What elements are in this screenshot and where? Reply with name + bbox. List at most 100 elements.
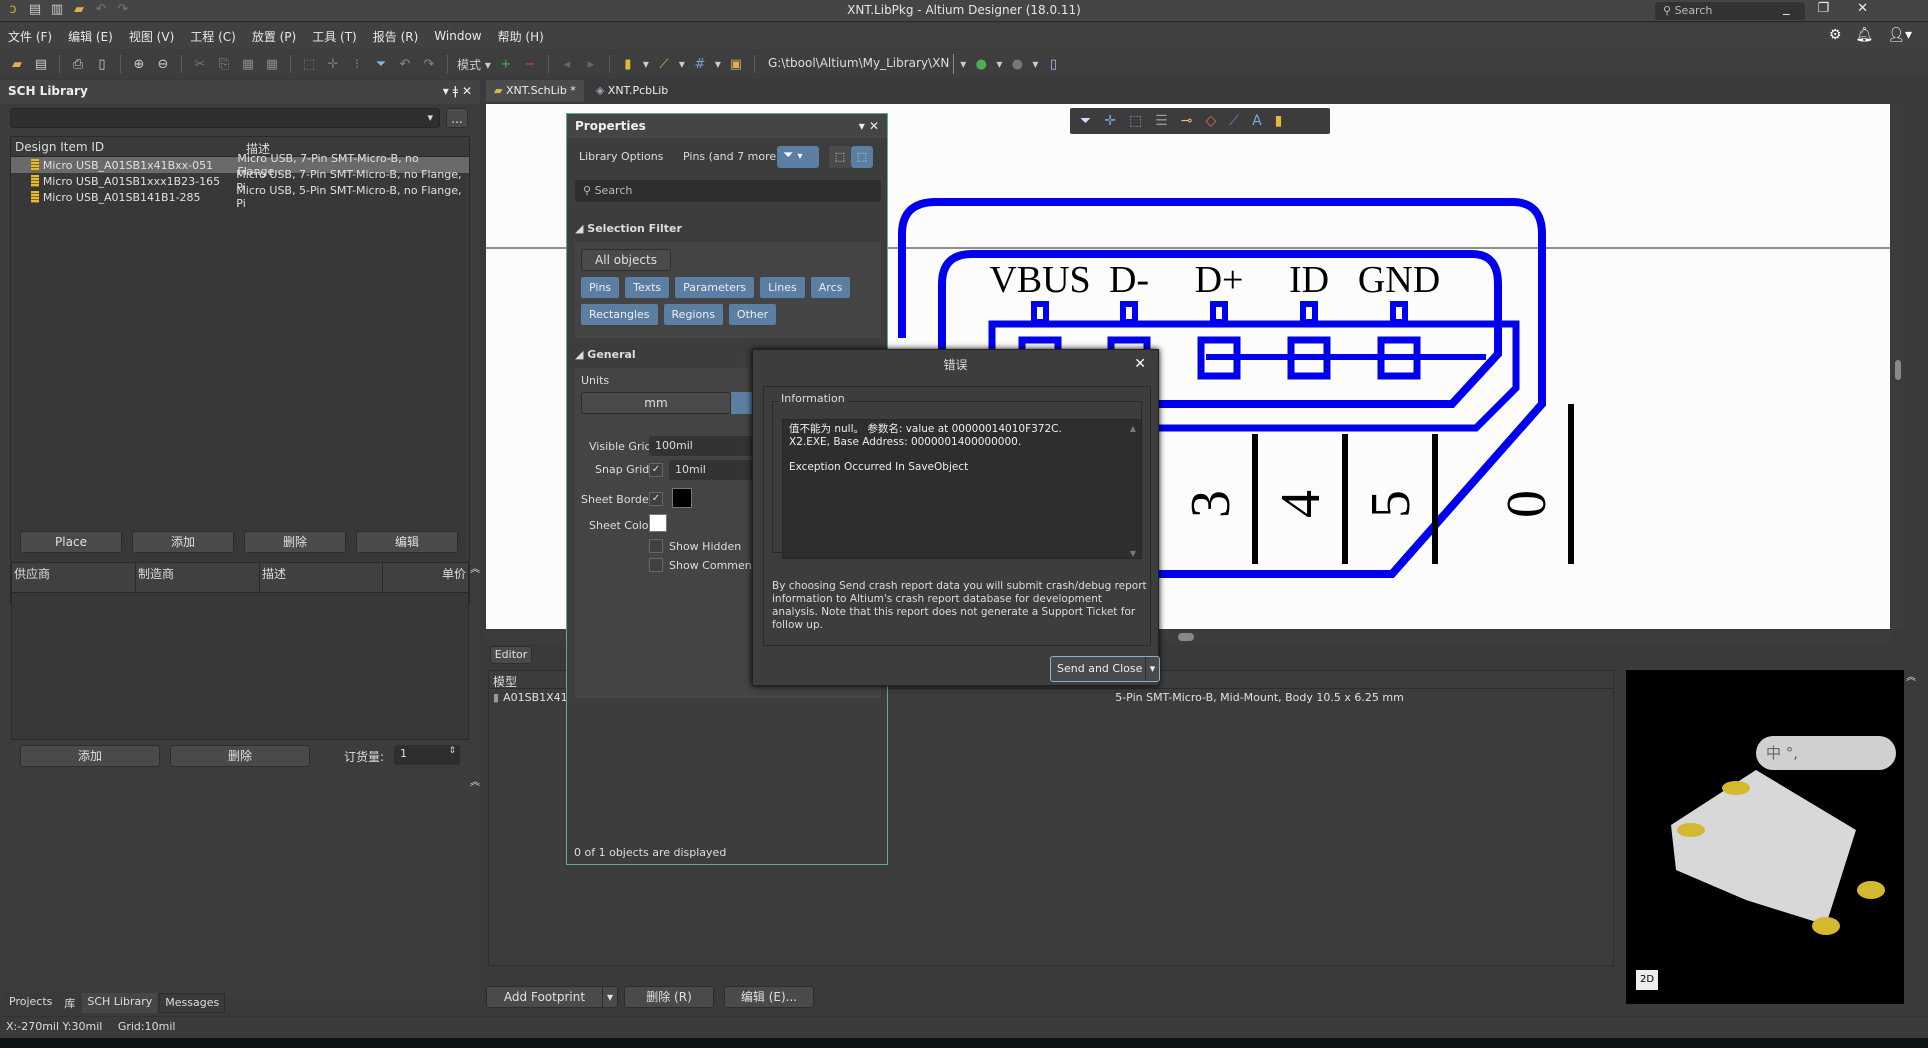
tab-projects[interactable]: Projects <box>4 993 58 1013</box>
tab-sch-library[interactable]: SCH Library <box>82 993 158 1013</box>
add-footprint-button[interactable]: Add Footprint ▾ <box>486 986 618 1008</box>
place-button[interactable]: Place <box>20 531 122 553</box>
ime-indicator[interactable]: 中 °, <box>1756 736 1896 770</box>
rubber-stamp-icon[interactable]: ▦ <box>263 55 281 73</box>
view-2d-button[interactable]: 2D <box>1636 970 1658 990</box>
chevron-down-icon[interactable]: ▾ <box>601 987 617 1007</box>
filter-regions[interactable]: Regions <box>663 304 723 325</box>
notifications-bell-icon[interactable]: 🔔︎ <box>1855 27 1873 43</box>
menu-window[interactable]: Window <box>434 29 481 43</box>
pin-icon[interactable]: ǂ <box>453 84 459 98</box>
column-unit-price[interactable]: 单价 <box>383 563 468 592</box>
align-icon[interactable]: ☰ <box>1155 113 1168 129</box>
select-inside-button[interactable]: ⬚ <box>829 146 851 168</box>
menu-project[interactable]: 工程 (C) <box>190 28 236 45</box>
next-icon[interactable]: ▸ <box>582 55 600 73</box>
supplier-delete-button[interactable]: 删除 <box>170 745 310 767</box>
redo-icon[interactable]: ↷ <box>420 55 438 73</box>
filter-toggle-button[interactable]: ⏷ ▾ <box>777 146 819 168</box>
tab-pcblib[interactable]: ◈ XNT.PcbLib <box>588 80 676 102</box>
clear-filter-icon[interactable]: ⏷ <box>372 55 390 73</box>
delete-button[interactable]: 删除 <box>244 531 346 553</box>
sheet-color-swatch[interactable] <box>649 514 667 532</box>
selection-filter-title[interactable]: ◢ Selection Filter <box>575 222 682 235</box>
menu-place[interactable]: 放置 (P) <box>252 28 296 45</box>
place-line-icon[interactable]: ⟋ <box>1229 113 1239 129</box>
tab-schlib[interactable]: ▰ XNT.SchLib * <box>486 80 584 102</box>
error-text-area[interactable]: 值不能为 null。 参数名: value at 00000014010F372… <box>782 419 1142 559</box>
menu-edit[interactable]: 编辑 (E) <box>68 28 113 45</box>
dialog-close-button[interactable]: ✕ <box>1134 356 1146 372</box>
move-icon[interactable]: ✛ <box>1104 113 1116 129</box>
forward-navigate-icon[interactable]: ● <box>1008 55 1026 73</box>
menu-tools[interactable]: 工具 (T) <box>312 28 357 45</box>
tab-messages[interactable]: Messages <box>159 993 226 1013</box>
filter-pins[interactable]: Pins <box>581 277 620 298</box>
zoom-out-icon[interactable]: ⊖ <box>154 55 172 73</box>
mode-dropdown[interactable]: 模式 ▾ <box>457 56 491 73</box>
collapse-icon[interactable]: ︽ <box>470 773 480 788</box>
cut-icon[interactable]: ✂ <box>191 55 209 73</box>
sheet-border-color[interactable] <box>672 488 692 508</box>
library-filter-combo[interactable]: ▾ <box>10 108 440 128</box>
add-button[interactable]: 添加 <box>132 531 234 553</box>
panel-close-icon[interactable]: ✕ <box>462 84 472 98</box>
back-navigate-icon[interactable]: ● <box>972 55 990 73</box>
panel-menu-icon[interactable]: ▾ <box>859 119 865 133</box>
move-icon[interactable]: ✛ <box>324 55 342 73</box>
close-button[interactable]: ✕ <box>1857 1 1868 16</box>
order-qty-input[interactable]: 1 ⇕ <box>394 745 460 765</box>
undo-icon[interactable]: ↶ <box>396 55 414 73</box>
place-polygon-icon[interactable]: ◇ <box>1205 113 1216 129</box>
filter-other[interactable]: Other <box>728 304 777 325</box>
remove-footprint-button[interactable]: 删除 (R) <box>624 986 714 1008</box>
browse-button[interactable]: ... <box>446 108 468 128</box>
vertical-scrollbar[interactable] <box>1891 104 1905 629</box>
open-icon[interactable]: ▰ <box>8 55 26 73</box>
settings-gear-icon[interactable]: ⚙ <box>1829 27 1842 43</box>
tab-library[interactable]: 库 <box>59 993 81 1013</box>
spinner-icon[interactable]: ⇕ <box>448 746 456 756</box>
edit-footprint-button[interactable]: 编辑 (E)... <box>724 986 814 1008</box>
edit-button[interactable]: 编辑 <box>356 531 458 553</box>
all-objects-button[interactable]: All objects <box>581 249 671 271</box>
3d-preview[interactable]: 中 °, 2D <box>1626 670 1904 1004</box>
library-folder-icon[interactable]: ▣ <box>727 55 745 73</box>
select-rect-icon[interactable]: ⬚ <box>1129 113 1142 129</box>
general-section-title[interactable]: ◢ General <box>575 348 636 361</box>
add-part-icon[interactable]: + <box>497 55 515 73</box>
panel-menu-icon[interactable]: ▾ <box>443 84 449 98</box>
show-comment-checkbox[interactable] <box>649 558 663 572</box>
panel-close-icon[interactable]: ✕ <box>869 119 879 133</box>
document-icon[interactable]: ▯ <box>1044 55 1062 73</box>
minimize-button[interactable]: _ <box>1783 1 1790 16</box>
properties-search[interactable]: ⚲ Search <box>575 180 881 202</box>
wire-icon[interactable]: ⟋ <box>655 55 673 73</box>
send-and-close-button[interactable]: Send and Close ▾ <box>1050 656 1160 682</box>
snap-grid-checkbox[interactable]: ✓ <box>649 463 663 477</box>
collapse-icon[interactable]: ︽ <box>1906 668 1916 683</box>
print-preview-icon[interactable]: ▯ <box>93 55 111 73</box>
prev-icon[interactable]: ◂ <box>558 55 576 73</box>
save-icon[interactable]: ▤ <box>32 55 50 73</box>
filter-texts[interactable]: Texts <box>625 277 670 298</box>
remove-part-icon[interactable]: − <box>521 55 539 73</box>
filter-icon[interactable]: ⏷ <box>1080 113 1091 129</box>
select-area-icon[interactable]: ⬚ <box>300 55 318 73</box>
zoom-in-icon[interactable]: ⊕ <box>130 55 148 73</box>
column-manufacturer[interactable]: 制造商 <box>136 563 260 592</box>
menu-view[interactable]: 视图 (V) <box>129 28 174 45</box>
column-supplier[interactable]: 供应商 <box>12 563 136 592</box>
filter-arcs[interactable]: Arcs <box>810 277 851 298</box>
collapse-icon[interactable]: ︽ <box>470 560 480 575</box>
units-mm-button[interactable]: mm <box>581 392 731 414</box>
place-pin-icon[interactable]: ⊸ <box>1181 113 1193 129</box>
select-icon[interactable]: ⁝ <box>348 55 366 73</box>
user-account-icon[interactable]: 👤︎▾ <box>1887 27 1912 43</box>
menu-help[interactable]: 帮助 (H) <box>498 28 544 45</box>
component-icon[interactable]: ▮ <box>619 55 637 73</box>
place-component-icon[interactable]: ▮ <box>1275 113 1283 129</box>
tab-editor[interactable]: Editor <box>490 646 532 664</box>
text-scrollbar[interactable]: ▲ ▼ <box>1127 422 1139 558</box>
restore-button[interactable]: ❐ <box>1817 1 1829 16</box>
